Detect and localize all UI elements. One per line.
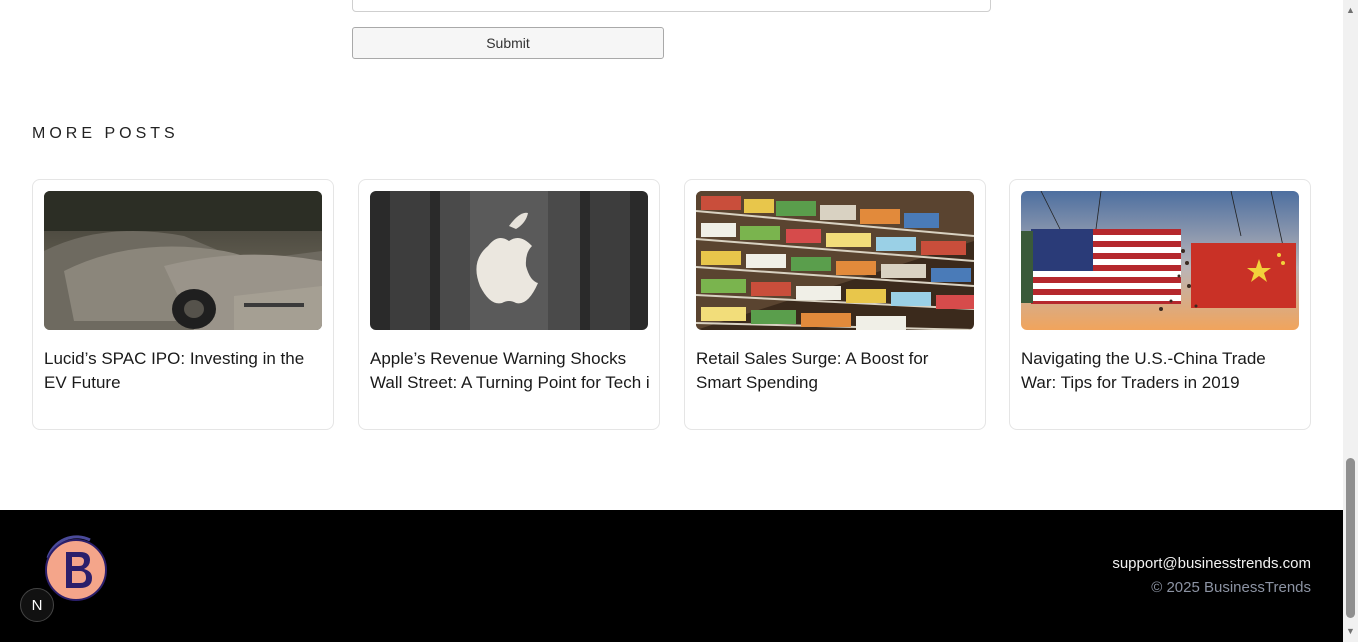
post-card[interactable]: Lucid’s SPAC IPO: Investing in the EV Fu…	[32, 179, 334, 430]
scroll-up-arrow-icon[interactable]: ▲	[1343, 3, 1358, 17]
footer: N support@businesstrends.com © 2025 Busi…	[0, 510, 1343, 642]
scroll-down-arrow-icon[interactable]: ▼	[1343, 624, 1358, 638]
nextjs-badge-icon[interactable]: N	[20, 588, 54, 622]
support-email-link[interactable]: support@businesstrends.com	[1112, 555, 1311, 572]
post-card[interactable]: Retail Sales Surge: A Boost for Smart Sp…	[684, 179, 986, 430]
post-title[interactable]: Navigating the U.S.-China Trade War: Tip…	[1021, 347, 1301, 395]
post-thumbnail-supermarket[interactable]	[696, 191, 974, 330]
more-posts-grid: Lucid’s SPAC IPO: Investing in the EV Fu…	[32, 179, 1311, 430]
comment-textarea[interactable]	[352, 0, 991, 12]
copyright-text: © 2025 BusinessTrends	[1151, 579, 1311, 596]
page: Submit MORE POSTS Lucid’s SPAC IPO: Inve…	[0, 0, 1343, 642]
post-card[interactable]: Apple’s Revenue Warning Shocks Wall Stre…	[358, 179, 660, 430]
post-title[interactable]: Lucid’s SPAC IPO: Investing in the EV Fu…	[44, 347, 324, 395]
vertical-scrollbar[interactable]: ▲ ▼	[1343, 0, 1358, 642]
post-thumbnail-cars[interactable]	[44, 191, 322, 330]
post-card[interactable]: Navigating the U.S.-China Trade War: Tip…	[1009, 179, 1311, 430]
post-thumbnail-containers[interactable]	[1021, 191, 1299, 330]
submit-button[interactable]: Submit	[352, 27, 664, 59]
post-title[interactable]: Retail Sales Surge: A Boost for Smart Sp…	[696, 347, 976, 395]
post-thumbnail-apple[interactable]	[370, 191, 648, 330]
more-posts-heading: MORE POSTS	[32, 125, 179, 142]
scrollbar-thumb[interactable]	[1346, 458, 1355, 618]
post-title[interactable]: Apple’s Revenue Warning Shocks Wall Stre…	[370, 347, 650, 395]
